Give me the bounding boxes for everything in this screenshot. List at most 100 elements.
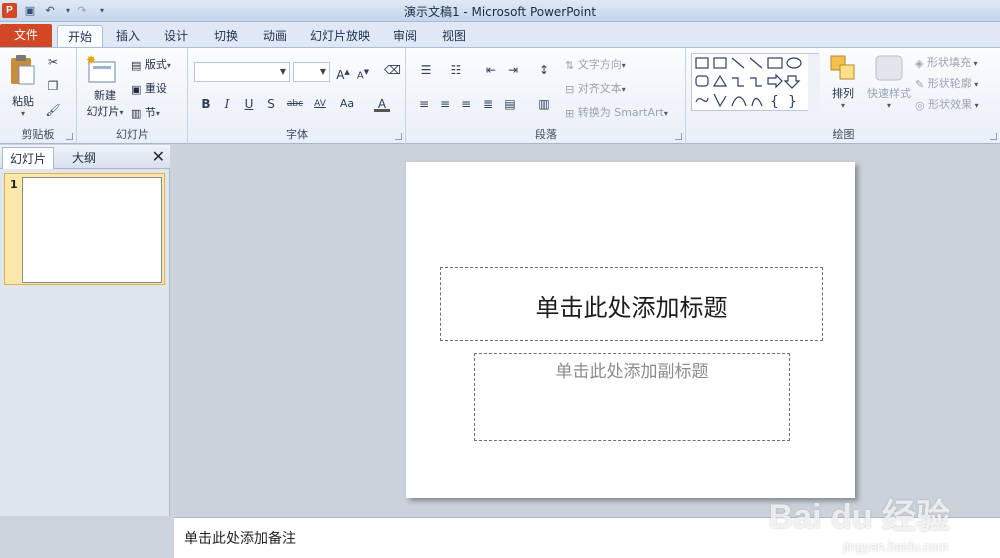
grow-font-icon[interactable]: A▲ (335, 64, 351, 82)
drawing-launcher-icon[interactable] (990, 133, 997, 140)
ribbon: 粘贴 ▾ ✂ ❐ 🖌 剪贴板 ✸ 新建 幻灯片▾ ▤ 版式▾ ▣ 重设 ▥ 节▾… (0, 47, 1000, 144)
subtitle-placeholder-text: 单击此处添加副标题 (555, 362, 709, 382)
clipboard-group-label: 剪贴板 (21, 128, 55, 141)
format-painter-icon[interactable]: 🖌 (45, 102, 61, 118)
slide-thumbnail[interactable] (22, 177, 162, 283)
tab-home[interactable]: 开始 (57, 25, 103, 47)
section-button[interactable]: ▥ 节▾ (131, 104, 160, 120)
smartart-icon: ⊞ (565, 106, 575, 120)
bullets-icon[interactable]: ☰ (415, 62, 437, 78)
decrease-indent-icon[interactable]: ⇤ (483, 62, 499, 78)
text-direction-icon: ⇅ (565, 58, 575, 72)
change-case-button[interactable]: Aa (336, 96, 358, 112)
cut-icon[interactable]: ✂ (45, 54, 61, 70)
font-color-button[interactable]: A (374, 96, 390, 112)
paste-icon (11, 55, 35, 85)
font-group-label: 字体 (286, 128, 308, 141)
new-slide-icon: ✸ (86, 53, 116, 83)
paste-button[interactable]: 粘贴 ▾ (8, 54, 38, 118)
convert-smartart-button[interactable]: ⊞ 转换为 SmartArt▾ (565, 104, 668, 120)
text-shadow-button[interactable]: S (263, 96, 279, 112)
shape-effects-button[interactable]: ◎ 形状效果 ▾ (915, 96, 979, 112)
quick-styles-label: 快速样式 (867, 87, 911, 100)
title-placeholder[interactable]: 单击此处添加标题 (440, 267, 823, 341)
layout-icon: ▤ (131, 58, 142, 72)
increase-indent-icon[interactable]: ⇥ (505, 62, 521, 78)
align-text-label: 对齐文本 (577, 82, 622, 95)
notes-placeholder: 单击此处添加备注 (184, 531, 296, 547)
baidu-watermark-logo: Bai du 经验 (768, 498, 950, 536)
bold-button[interactable]: B (198, 96, 214, 112)
quick-styles-button[interactable]: 快速样式 ▾ (865, 54, 913, 110)
shape-effects-label: 形状效果 (928, 98, 973, 111)
clear-formatting-icon[interactable]: ⌫ (384, 62, 401, 78)
slides-group: ✸ 新建 幻灯片▾ ▤ 版式▾ ▣ 重设 ▥ 节▾ 幻灯片 (78, 48, 188, 144)
svg-text:}: } (788, 94, 797, 110)
columns-icon[interactable]: ▥ (533, 96, 555, 112)
shrink-font-icon[interactable]: A▼ (355, 64, 371, 81)
new-slide-button[interactable]: ✸ 新建 幻灯片▾ (84, 53, 126, 119)
shape-outline-button[interactable]: ✎ 形状轮廓 ▾ (915, 75, 978, 91)
numbering-icon[interactable]: ☷ (445, 62, 467, 78)
underline-button[interactable]: U (241, 96, 257, 112)
close-icon[interactable]: ✕ (152, 147, 165, 166)
align-center-icon[interactable]: ≡ (437, 96, 453, 112)
tab-file[interactable]: 文件 (0, 24, 52, 47)
align-right-icon[interactable]: ≡ (458, 96, 474, 112)
shape-fill-button[interactable]: ◈ 形状填充 ▾ (915, 54, 978, 70)
paste-label: 粘贴 (12, 95, 34, 108)
arrange-label: 排列 (832, 87, 854, 100)
slide-number: 1 (10, 178, 18, 191)
tab-review[interactable]: 审阅 (385, 25, 425, 47)
arrange-button[interactable]: 排列 ▾ (827, 54, 859, 110)
font-size-combo[interactable]: ▼ (293, 62, 330, 82)
italic-button[interactable]: I (219, 96, 235, 112)
ribbon-tabs: 文件 开始 插入 设计 切换 动画 幻灯片放映 审阅 视图 (0, 22, 1000, 47)
tab-insert[interactable]: 插入 (108, 25, 148, 47)
paragraph-launcher-icon[interactable] (675, 133, 682, 140)
font-name-combo[interactable]: ▼ (194, 62, 290, 82)
tab-design[interactable]: 设计 (156, 25, 196, 47)
char-spacing-button[interactable]: AV (309, 96, 331, 112)
copy-icon[interactable]: ❐ (45, 78, 61, 94)
tab-transitions[interactable]: 切换 (206, 25, 246, 47)
shapes-gallery[interactable]: {} (691, 53, 820, 112)
justify-icon[interactable]: ≣ (480, 96, 496, 112)
subtitle-placeholder[interactable]: 单击此处添加副标题 (474, 353, 790, 441)
new-slide-label: 新建 (94, 89, 116, 102)
clipboard-group: 粘贴 ▾ ✂ ❐ 🖌 剪贴板 (0, 48, 77, 144)
clipboard-launcher-icon[interactable] (66, 133, 73, 140)
paint-bucket-icon: ◈ (915, 56, 924, 70)
title-bar: P ▣ ↶ ▾ ↷ ▾ 演示文稿1 - Microsoft PowerPoint (0, 0, 1000, 22)
panel-tabs: 幻灯片 大纲 ✕ (0, 145, 170, 169)
section-icon: ▥ (131, 106, 142, 120)
slide-canvas[interactable]: 单击此处添加标题 单击此处添加副标题 (406, 162, 855, 498)
tab-animations[interactable]: 动画 (255, 25, 295, 47)
line-spacing-icon[interactable]: ↕ (533, 62, 555, 78)
layout-button[interactable]: ▤ 版式▾ (131, 56, 171, 72)
text-direction-button[interactable]: ⇅ 文字方向▾ (565, 56, 626, 72)
align-text-button[interactable]: ⊟ 对齐文本▾ (565, 80, 626, 96)
tab-slides[interactable]: 幻灯片 (2, 147, 54, 169)
distributed-icon[interactable]: ▤ (502, 96, 518, 112)
align-left-icon[interactable]: ≡ (416, 96, 432, 112)
reset-button[interactable]: ▣ 重设 (131, 80, 167, 96)
tab-outline[interactable]: 大纲 (58, 147, 110, 169)
window-title: 演示文稿1 - Microsoft PowerPoint (403, 5, 597, 19)
tab-slideshow[interactable]: 幻灯片放映 (305, 25, 375, 47)
shape-fill-label: 形状填充 (926, 56, 971, 69)
slides-panel: 幻灯片 大纲 ✕ 1 (0, 145, 170, 516)
svg-text:{: { (770, 94, 779, 110)
tab-view[interactable]: 视图 (434, 25, 474, 47)
font-launcher-icon[interactable] (395, 133, 402, 140)
baidu-watermark-url: jingyan.baidu.com (843, 539, 948, 554)
title-placeholder-text: 单击此处添加标题 (535, 294, 728, 322)
shapes-icon: {} (695, 54, 820, 112)
svg-text:✸: ✸ (86, 54, 96, 67)
reset-label: 重设 (144, 82, 167, 95)
reset-icon: ▣ (131, 82, 142, 96)
slide-thumbnail-item[interactable]: 1 (4, 173, 165, 285)
chevron-down-icon: ▼ (279, 67, 286, 76)
convert-smartart-label: 转换为 SmartArt (577, 106, 664, 119)
strikethrough-button[interactable]: abc (284, 96, 306, 112)
